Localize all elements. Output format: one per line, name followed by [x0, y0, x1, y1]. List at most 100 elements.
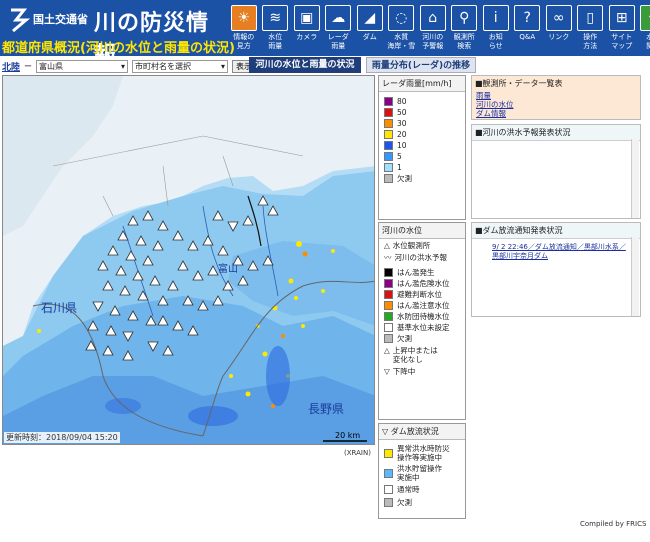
river-warning-icon: ⌂ [419, 5, 446, 31]
water_legend-row: はん濫危険水位 [379, 278, 465, 289]
mouse-icon: ▯ [577, 5, 604, 31]
municipality-select[interactable]: 市町村名を選択 ▾ [132, 59, 229, 73]
water_legend-row: 欠測 [379, 333, 465, 344]
flood-forecast-title: ■河川の洪水予報発表状況 [472, 125, 640, 141]
xrain-source: (XRAIN) [344, 449, 371, 457]
chevron-down-icon: ▾ [121, 61, 126, 71]
rain-legend: レーダ雨量[mm/h] 80 50 30 20 10 5 1 欠測 [378, 75, 466, 220]
water-quality-icon: ◌ [388, 5, 415, 31]
nav-item-lightbulb[interactable]: ☀ 情報の 見方 [228, 2, 260, 54]
legend-rising-label: 上昇中または 変化なし [392, 346, 438, 364]
rain_legend-label: 50 [397, 108, 407, 117]
data-list-panel: ■観測所・データ一覧表 雨量 河川の水位 ダム情報 [471, 75, 641, 120]
dam-panel-scrollbar[interactable] [631, 237, 639, 316]
falling-triangle-icon: ▽ [384, 367, 390, 376]
water_legend-row: はん濫注意水位 [379, 300, 465, 311]
water_legend-row: 避難判断水位 [379, 289, 465, 300]
color-swatch [384, 485, 393, 494]
tab-water-level-rain[interactable]: 河川の水位と雨量の状況 [249, 57, 361, 73]
rain_legend-row: 5 [379, 151, 465, 162]
color-swatch [384, 119, 393, 128]
site-brand[interactable]: 国土交通省 川の防災情報 [4, 3, 229, 68]
water-level-icon: ≋ [262, 5, 289, 31]
ministry-name: 国土交通省 [33, 13, 88, 26]
nav-item-radar-rain[interactable]: ☁ レーダ 雨量 [323, 2, 355, 54]
search-icon: ⚲ [451, 5, 478, 31]
dam-legend-items: 異常洪水時防災 操作等実施中 洪水貯留操作 実施中 通常時 欠測 [379, 440, 465, 509]
nav-label: レーダ 雨量 [327, 33, 349, 50]
nav-item-sitemap[interactable]: ⊞ サイト マップ [606, 2, 638, 54]
nav-item-camera[interactable]: ▣ カメラ [291, 2, 323, 54]
color-swatch [384, 97, 393, 106]
link-rainfall[interactable]: 雨量 [472, 91, 640, 100]
tab-radar-rain[interactable]: 雨量分布(レーダ)の推移 [366, 57, 476, 73]
nav-label: 河川の 予警報 [422, 33, 444, 50]
separator: ー [24, 61, 33, 71]
legend-station-label: 水位観測所 [392, 240, 431, 250]
rain_legend-label: 欠測 [397, 174, 412, 183]
mlit-logo-icon [11, 8, 30, 33]
dam_legend-label: 洪水貯留操作 実施中 [397, 464, 442, 482]
dam-notice-link[interactable]: 9/ 2 22:46／ダム放流通知／黒部川水系／黒部川宇奈月ダム [492, 243, 630, 261]
nav-item-link[interactable]: ∞ リンク [543, 2, 575, 54]
nav-item-river-warning[interactable]: ⌂ 河川の 予警報 [417, 2, 449, 54]
color-swatch [384, 108, 393, 117]
color-swatch [384, 174, 393, 183]
color-swatch [384, 279, 393, 288]
radar-map[interactable]: 石川県 長野県 富山 20 km [2, 75, 375, 445]
lightbulb-icon: ☀ [230, 5, 257, 31]
link-dam-info[interactable]: ダム情報 [472, 109, 640, 118]
legend-forecast-label: 河川の洪水予報 [394, 252, 448, 262]
color-swatch [384, 141, 393, 150]
water-level-legend-title: 河川の水位 [379, 223, 465, 239]
flood-panel-scrollbar[interactable] [631, 139, 639, 218]
water_legend-label: 水防団待機水位 [397, 312, 450, 321]
link-icon: ∞ [545, 5, 572, 31]
region-link-hokuriku[interactable]: 北陸 [2, 60, 20, 73]
dam_legend-label: 異常洪水時防災 操作等実施中 [397, 444, 450, 462]
nav-label: ダム [362, 33, 377, 41]
water_legend-row: はん濫発生 [379, 267, 465, 278]
rain_legend-row: 1 [379, 162, 465, 173]
prefecture-select[interactable]: 富山県 ▾ [36, 59, 129, 73]
rain_legend-row: 80 [379, 96, 465, 107]
color-swatch [384, 290, 393, 299]
color-swatch [384, 448, 393, 458]
rain_legend-label: 30 [397, 119, 407, 128]
color-swatch [384, 163, 393, 172]
nav-label: Q&A [519, 33, 536, 41]
dam-notice-panel: ■ダム放流通知発表状況 9/ 2 22:46／ダム放流通知／黒部川水系／黒部川宇… [471, 222, 641, 317]
rising-triangle-icon: △ [384, 346, 390, 355]
nav-label: お知 らせ [488, 33, 503, 50]
color-swatch [384, 312, 393, 321]
water_legend-label: 基準水位未設定 [397, 323, 450, 332]
nav-item-water-level[interactable]: ≋ 水位 雨量 [260, 2, 292, 54]
rain_legend-label: 10 [397, 141, 407, 150]
nav-item-question[interactable]: ? Q&A [512, 2, 544, 54]
color-swatch [384, 268, 393, 277]
link-water-level[interactable]: 河川の水位 [472, 100, 640, 109]
nav-item-info[interactable]: i お知 らせ [480, 2, 512, 54]
dam-triangle-icon: ▽ [382, 427, 391, 436]
nav-label: 観測所 検索 [453, 33, 475, 50]
dam_legend-row: 欠測 [379, 496, 465, 509]
nav-item-mouse[interactable]: ▯ 操作 方法 [575, 2, 607, 54]
legend-falling: ▽ 下降中 [379, 366, 465, 377]
flood-defense-icon: ⚘ [640, 5, 650, 31]
legend-forecast: 〰 河川の洪水予報 [379, 251, 465, 263]
nav-item-flood-defense[interactable]: ⚘ 水防 関係 [638, 2, 650, 54]
nav-item-water-quality[interactable]: ◌ 水質 海岸・雪 [386, 2, 418, 54]
color-swatch [384, 152, 393, 161]
rain_legend-label: 1 [397, 163, 402, 172]
rain_legend-row: 50 [379, 107, 465, 118]
scale-label: 20 km [335, 431, 360, 440]
dam-legend-title-text: ダム放流状況 [390, 427, 439, 436]
chevron-down-icon: ▾ [221, 61, 226, 71]
map-label-ishikawa: 石川県 [41, 301, 77, 315]
nav-item-dam[interactable]: ◢ ダム [354, 2, 386, 54]
nav-item-search[interactable]: ⚲ 観測所 検索 [449, 2, 481, 54]
water_legend-row: 基準水位未設定 [379, 322, 465, 333]
map-label-toyama: 富山 [218, 262, 238, 275]
water_legend-label: はん濫危険水位 [397, 279, 450, 288]
station-triangle-icon: △ [384, 240, 390, 250]
